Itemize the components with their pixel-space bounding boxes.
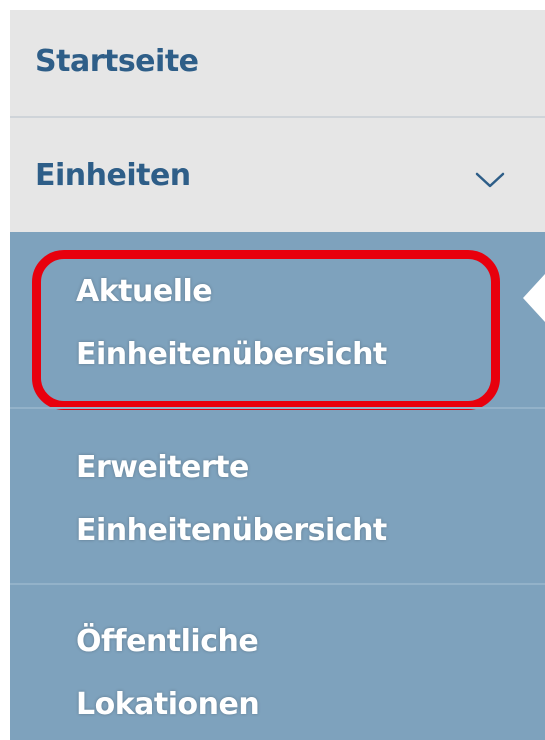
menu-item-label: Einheiten: [35, 158, 191, 193]
submenu-item-aktuelle-einheitenuebersicht[interactable]: Aktuelle Einheitenübersicht: [10, 232, 545, 410]
submenu-item-label-line1: Öffentliche: [76, 624, 259, 659]
menu-item-startseite[interactable]: Startseite: [10, 10, 545, 118]
submenu-item-erweiterte-einheitenuebersicht[interactable]: Erweiterte Einheitenübersicht: [10, 408, 545, 583]
highlight-box: [32, 250, 500, 410]
page: Startseite Einheiten Aktuelle Einheitenü…: [0, 0, 545, 740]
submenu-item-label-line2: Lokationen: [76, 687, 260, 722]
menu-item-label: Startseite: [35, 44, 199, 79]
submenu-item-label-line2: Einheitenübersicht: [76, 513, 387, 548]
chevron-down-icon[interactable]: [475, 170, 505, 190]
submenu-einheiten: Aktuelle Einheitenübersicht Erweiterte E…: [10, 232, 545, 740]
submenu-item-oeffentliche-lokationen[interactable]: Öffentliche Lokationen: [10, 584, 545, 740]
active-indicator: [523, 274, 545, 322]
navigation-menu: Startseite Einheiten Aktuelle Einheitenü…: [10, 0, 545, 740]
menu-item-einheiten[interactable]: Einheiten: [10, 118, 545, 232]
submenu-item-label-line1: Erweiterte: [76, 450, 249, 485]
